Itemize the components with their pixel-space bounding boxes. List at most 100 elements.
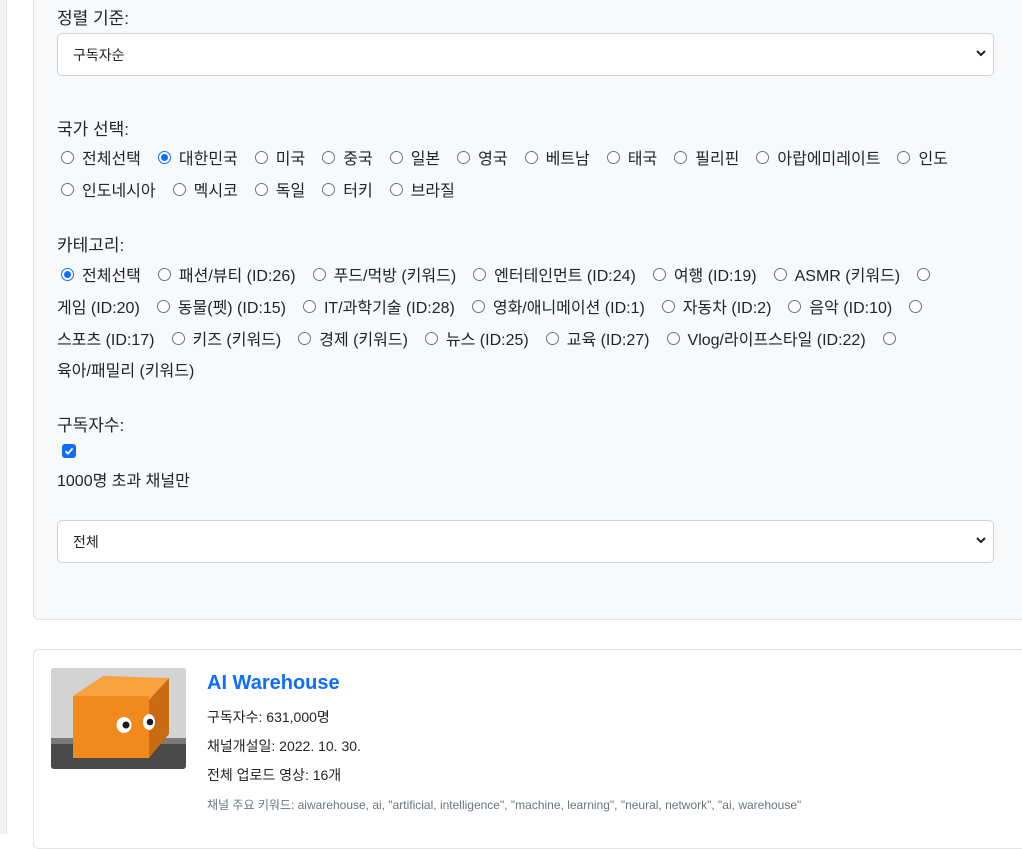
country-option-indonesia[interactable]: 인도네시아 [61, 177, 156, 201]
country-option-usa[interactable]: 미국 [254, 145, 305, 169]
category-option-music[interactable]: 음악 (ID:10) [788, 294, 892, 318]
country-option-thailand[interactable]: 태국 [606, 145, 658, 169]
category-option-education[interactable]: 교육 (ID:27) [545, 326, 650, 350]
radio-icon[interactable] [773, 267, 787, 281]
channel-title-link[interactable]: AI Warehouse [207, 672, 340, 695]
category-option-kids[interactable]: 키즈 (키워드) [171, 326, 282, 350]
country-option-label: 멕시코 [193, 183, 238, 200]
category-option-food[interactable]: 푸드/먹방 (키워드) [312, 262, 456, 286]
radio-icon[interactable] [471, 299, 485, 313]
subscribers-label: 구독자수: [57, 416, 125, 435]
category-option-economy[interactable]: 경제 (키워드) [298, 326, 408, 350]
category-option-label[interactable]: 스포츠 (ID:17) [57, 326, 155, 350]
category-option-label: 영화/애니메이션 (ID:1) [492, 300, 645, 317]
country-option-japan[interactable]: 일본 [389, 145, 440, 169]
radio-icon[interactable] [157, 267, 171, 281]
channel-card: AI Warehouse 구독자수: 631,000명 채널개설일: 2022.… [33, 649, 1022, 849]
category-option-vlog[interactable]: Vlog/라이프스타일 (ID:22) [666, 326, 866, 350]
radio-icon[interactable] [156, 299, 170, 313]
radio-icon[interactable] [917, 267, 931, 281]
category-option-parenting[interactable] [882, 331, 896, 345]
country-option-label: 인도 [918, 151, 948, 168]
category-option-game[interactable] [917, 267, 931, 281]
channel-keywords: 채널 주요 키워드: aiwarehouse, ai, "artificial,… [207, 798, 802, 812]
category-option-label: 음악 (ID:10) [809, 300, 893, 317]
country-option-label: 독일 [275, 183, 306, 200]
category-option-all[interactable]: 전체선택 [61, 262, 141, 286]
radio-icon[interactable] [312, 267, 326, 281]
radio-icon[interactable] [298, 331, 312, 345]
radio-icon[interactable] [606, 150, 620, 164]
country-row-2: 인도네시아 멕시코 독일 터키 브라질 [61, 178, 472, 200]
country-option-korea[interactable]: 대한민국 [157, 145, 238, 169]
category-option-fashion[interactable]: 패션/뷰티 (ID:26) [157, 262, 296, 286]
radio-icon[interactable] [897, 150, 911, 164]
radio-icon[interactable] [322, 182, 336, 196]
sort-select[interactable]: 구독자순 [57, 33, 994, 76]
min-subscribers-checkbox[interactable] [62, 444, 76, 458]
category-option-auto[interactable]: 자동차 (ID:2) [661, 294, 771, 318]
category-option-label: 경제 (키워드) [319, 332, 408, 349]
radio-icon[interactable] [254, 150, 268, 164]
category-option-asmr[interactable]: ASMR (키워드) [773, 262, 900, 286]
country-option-china[interactable]: 중국 [322, 145, 373, 169]
channel-created-date: 채널개설일: 2022. 10. 30. [207, 738, 361, 754]
category-option-entertainment[interactable]: 엔터테인먼트 (ID:24) [473, 262, 636, 286]
subscriber-range-select[interactable]: 전체 [57, 520, 994, 563]
category-option-label: 교육 (ID:27) [566, 332, 650, 349]
min-subscribers-checkbox-label[interactable]: 1000명 초과 채널만 [57, 467, 190, 491]
category-option-it[interactable]: IT/과학기술 (ID:28) [302, 294, 455, 318]
radio-icon[interactable] [61, 182, 74, 196]
category-option-pets[interactable]: 동물(펫) (ID:15) [156, 294, 286, 318]
category-option-label: 키즈 (키워드) [192, 332, 282, 349]
radio-icon[interactable] [172, 182, 186, 196]
radio-icon[interactable] [322, 150, 336, 164]
radio-icon[interactable] [457, 150, 471, 164]
orange-cube-thumbnail [51, 668, 186, 769]
radio-icon[interactable] [424, 331, 438, 345]
radio-icon[interactable] [788, 299, 802, 313]
radio-icon[interactable] [756, 150, 770, 164]
radio-icon[interactable] [661, 299, 675, 313]
country-option-label: 중국 [343, 151, 373, 168]
radio-icon[interactable] [171, 331, 185, 345]
radio-icon[interactable] [61, 267, 74, 281]
country-option-label: 태국 [627, 151, 658, 168]
country-option-label: 영국 [478, 151, 508, 168]
radio-icon[interactable] [524, 150, 538, 164]
category-option-label[interactable]: 육아/패밀리 (키워드) [57, 357, 194, 381]
category-option-label: 엔터테인먼트 (ID:24) [494, 268, 636, 285]
category-label: 카테고리: [57, 236, 125, 255]
radio-icon[interactable] [389, 182, 403, 196]
category-row-4: 육아/패밀리 (키워드) [57, 358, 194, 380]
country-option-brazil[interactable]: 브라질 [389, 177, 455, 201]
radio-icon[interactable] [254, 182, 268, 196]
radio-icon[interactable] [545, 331, 559, 345]
country-option-india[interactable]: 인도 [897, 145, 948, 169]
country-row-1: 전체선택 대한민국 미국 중국 일본 영국 베트남 태국 필리핀 아랍에미레이트… [61, 146, 965, 168]
category-option-sports[interactable] [909, 299, 923, 313]
country-option-uae[interactable]: 아랍에미레이트 [756, 145, 880, 169]
radio-icon[interactable] [909, 299, 923, 313]
category-option-label[interactable]: 게임 (ID:20) [57, 294, 140, 318]
country-option-germany[interactable]: 독일 [254, 177, 306, 201]
category-option-travel[interactable]: 여행 (ID:19) [652, 262, 757, 286]
country-option-all[interactable]: 전체선택 [61, 145, 141, 169]
radio-icon[interactable] [302, 299, 316, 313]
radio-icon[interactable] [473, 267, 487, 281]
radio-icon[interactable] [389, 150, 403, 164]
country-option-uk[interactable]: 영국 [457, 145, 508, 169]
country-option-vietnam[interactable]: 베트남 [524, 145, 590, 169]
country-option-philippines[interactable]: 필리핀 [674, 145, 739, 169]
category-option-news[interactable]: 뉴스 (ID:25) [424, 326, 529, 350]
channel-thumbnail[interactable] [51, 668, 186, 769]
radio-icon[interactable] [882, 331, 896, 345]
radio-icon[interactable] [652, 267, 666, 281]
radio-icon[interactable] [674, 150, 688, 164]
country-option-turkey[interactable]: 터키 [322, 177, 373, 201]
radio-icon[interactable] [61, 150, 74, 164]
radio-icon[interactable] [666, 331, 680, 345]
category-option-film[interactable]: 영화/애니메이션 (ID:1) [471, 294, 645, 318]
country-option-mexico[interactable]: 멕시코 [172, 177, 238, 201]
radio-icon[interactable] [157, 150, 171, 164]
